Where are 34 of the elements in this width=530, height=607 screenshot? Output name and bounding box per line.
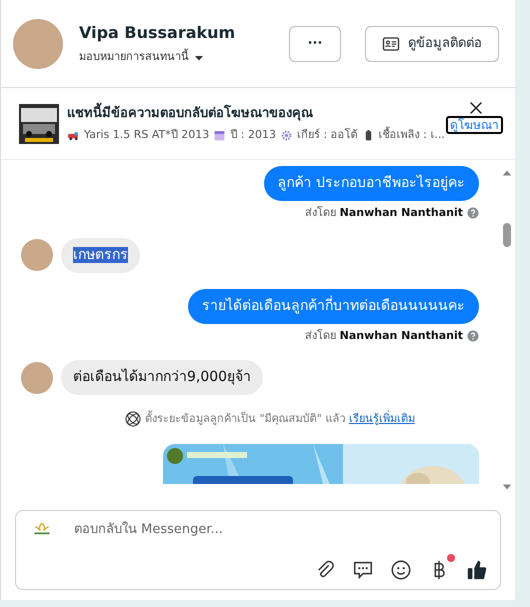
learn-more-link[interactable]: เรียนรู้เพิ่มเติม <box>348 412 415 425</box>
avatar <box>13 18 63 68</box>
ad-detail: ปี : 2013 <box>230 127 276 143</box>
calendar-icon <box>213 128 226 142</box>
notification-dot <box>447 554 455 562</box>
incoming-message: เกษตรกร <box>61 238 140 272</box>
assign-dropdown[interactable]: มอบหมายการสนทนานี้ <box>79 49 273 66</box>
id-card-icon <box>382 34 400 52</box>
atom-icon <box>125 411 142 428</box>
avatar <box>21 362 53 394</box>
gear-icon <box>280 128 293 142</box>
ad-detail: เชื้อเพลิง : เ... <box>378 127 445 143</box>
sent-by-text: ส่งโดย Nanwhan Nanthanit <box>305 328 463 344</box>
emoji-icon[interactable] <box>390 558 412 581</box>
help-icon <box>467 330 479 342</box>
more-button[interactable]: ··· <box>289 26 341 62</box>
contact-name: Vipa Bussarakum <box>79 22 236 44</box>
ad-title: แชทนี้มีข้อความตอบกลับต่อโฆษณาของคุณ <box>67 104 438 123</box>
scrollbar-thumb[interactable] <box>503 223 511 247</box>
scroll-up-icon[interactable] <box>502 168 512 178</box>
close-icon[interactable] <box>468 100 484 116</box>
scroll-down-icon[interactable] <box>502 482 512 492</box>
incoming-message: ต่อเดือนได้มากกว่า9,000ยุจ้า <box>61 360 264 395</box>
ad-detail: เกียร์ : ออโต้ <box>296 127 358 143</box>
help-icon <box>467 207 479 220</box>
outgoing-message: ลูกค้า ประกอบอาชีพอะไรอยู่คะ <box>264 166 479 201</box>
ad-detail: Yaris 1.5 RS AT*ปี 2013 <box>84 127 210 143</box>
view-ad-link[interactable]: ดูโฆษณา <box>446 116 503 134</box>
sent-by-text: ส่งโดย Nanwhan Nanthanit <box>305 205 463 221</box>
outgoing-message: รายได้ต่อเดือนลูกค้ากี่บาทต่อเดือนนนนนคะ <box>188 288 479 324</box>
contact-info-button[interactable]: ดูข้อมูลติดต่อ <box>365 26 499 62</box>
event-text: ตั้งระยะข้อมูลลูกค้าเป็น "มีคุณสมบัติ" แล้ว เรียนรู้เพิ่มเติม <box>145 411 415 427</box>
avatar <box>21 239 53 271</box>
thumbs-up-icon[interactable] <box>466 558 488 581</box>
